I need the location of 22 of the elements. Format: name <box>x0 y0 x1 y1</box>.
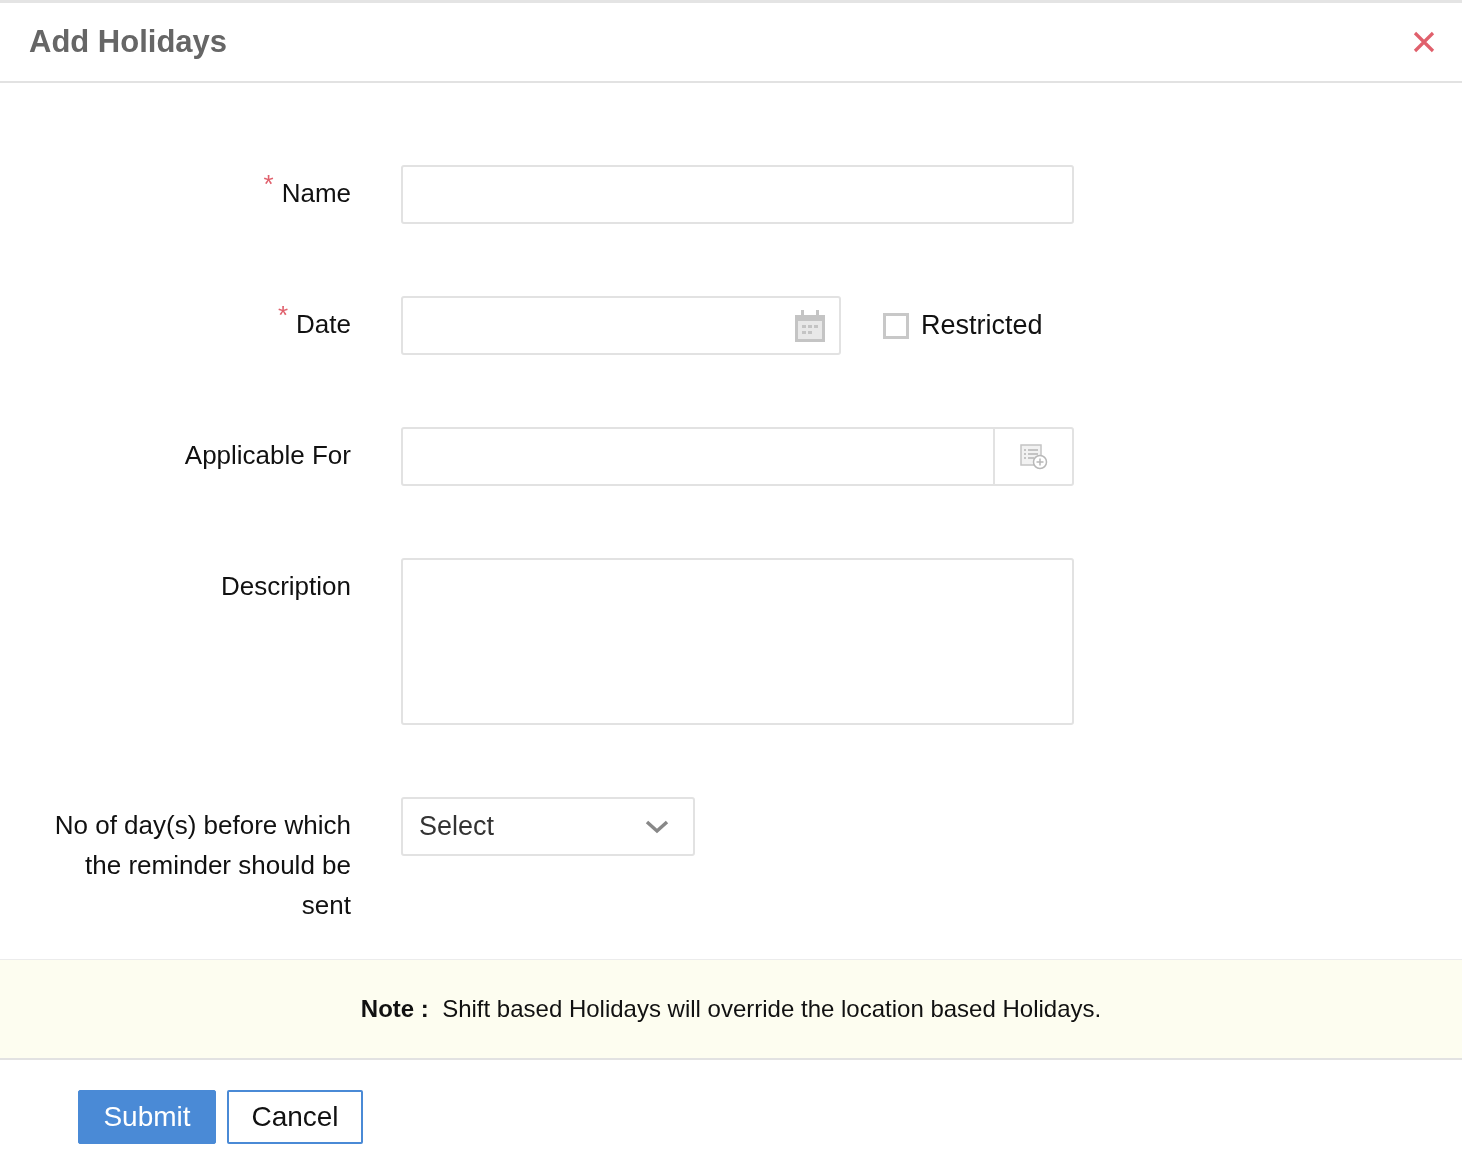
checkbox-label: Restricted <box>921 310 1043 341</box>
field-label: Applicable For <box>184 439 351 472</box>
select-dropdown[interactable]: Select <box>401 797 695 856</box>
field-label: Description <box>220 570 351 603</box>
submit-button[interactable]: Submit <box>78 1090 216 1144</box>
picker-field[interactable] <box>401 427 1074 486</box>
date-input[interactable] <box>401 296 841 355</box>
dialog-title: Add Holidays <box>29 24 228 60</box>
required-asterisk: * <box>263 173 274 195</box>
required-asterisk: * <box>277 304 289 326</box>
description-textarea[interactable] <box>401 558 1074 725</box>
name-input[interactable] <box>401 165 1074 224</box>
restricted-checkbox[interactable] <box>883 312 909 339</box>
close-icon[interactable] <box>1412 30 1436 54</box>
cancel-button[interactable]: Cancel <box>227 1090 363 1144</box>
chevron-down-icon <box>645 819 669 834</box>
list-add-icon <box>1019 443 1048 470</box>
note-text: Note : Shift based Holidays will override the location based Holidays. <box>360 995 1102 1023</box>
calendar-icon[interactable] <box>795 309 825 342</box>
field-label: Date <box>296 308 351 341</box>
field-label: Name <box>281 177 351 210</box>
field-label: No of day(s) before which the reminder should be sent <box>53 809 351 922</box>
